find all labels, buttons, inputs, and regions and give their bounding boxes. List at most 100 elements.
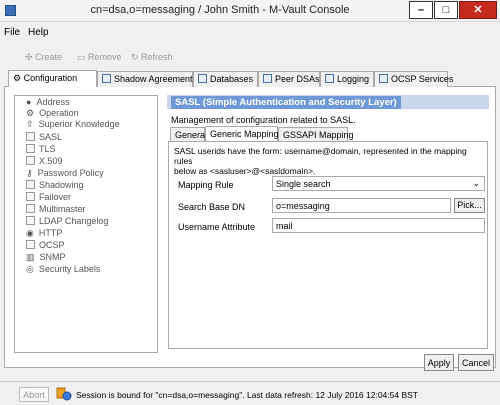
nav-item-label: Operation [39,108,79,118]
nav-item-failover[interactable]: Failover [26,192,71,202]
gear-icon: ⚙ [13,73,24,83]
nav-item-ldap-changelog[interactable]: LDAP Changelog [26,216,108,226]
monitor-icon [263,74,272,83]
abort-button[interactable]: Abort [19,387,49,402]
nav-item-tls[interactable]: TLS [26,144,56,154]
search-base-dn-input[interactable]: o=messaging [272,198,451,213]
remove-label: Remove [88,52,122,62]
tab-peer-dsas-label: Peer DSAs [275,74,320,84]
refresh-button[interactable]: ↻ Refresh [131,52,173,63]
mapping-rule-label: Mapping Rule [178,180,234,190]
menu-file[interactable]: File [4,27,20,38]
nav-item-address[interactable]: ● Address [26,97,69,107]
tab-shadow-agreements-label: Shadow Agreements [114,74,198,84]
nav-item-x509[interactable]: X.509 [26,156,63,166]
mapping-rule-select[interactable]: Single search ⌄ [272,176,485,191]
nav-item-operation[interactable]: ⚙ Operation [26,108,79,119]
up-arrow-icon: ⇧ [26,119,34,129]
nav-item-snmp[interactable]: ▥ SNMP [26,252,66,263]
info-text: SASL userids have the form: username@dom… [174,146,484,176]
plus-icon: ✣ [25,52,36,62]
create-button[interactable]: ✣ Create [25,52,62,63]
remove-button[interactable]: ▭ Remove [77,52,122,63]
tab-configuration[interactable]: ⚙ Configuration [8,70,97,87]
nav-item-label: Shadowing [39,180,84,190]
nav-item-ocsp[interactable]: OCSP [26,240,65,250]
nav-item-label: Password Policy [37,168,104,178]
tab-ocsp-services-label: OCSP Services [391,74,454,84]
pin-icon: ● [26,97,32,107]
tab-databases[interactable]: Databases [193,71,258,87]
document-icon [26,192,35,201]
nav-item-label: LDAP Changelog [39,216,109,226]
nav-item-shadowing[interactable]: Shadowing [26,180,84,190]
chevron-down-icon: ⌄ [472,178,480,188]
nav-item-http[interactable]: ◉ HTTP [26,228,62,239]
tab-logging-label: Logging [337,74,370,84]
log-icon [325,74,334,83]
certificate-icon [26,156,35,165]
label-icon: ◎ [26,264,34,274]
apply-button[interactable]: Apply [424,354,454,371]
nav-item-label: Address [36,97,70,107]
shield-icon [26,144,35,153]
menu-bar [0,22,500,38]
nav-item-sasl[interactable]: SASL [26,132,62,142]
nav-item-label: Superior Knowledge [38,119,120,129]
gear-icon: ⚙ [26,108,35,118]
bar-chart-icon: ▥ [26,252,35,262]
nav-item-label: Failover [39,192,72,202]
pick-button[interactable]: Pick... [454,198,485,213]
nav-item-label: SNMP [39,252,66,262]
refresh-icon: ↻ [131,52,142,62]
nav-item-label: TLS [39,144,56,154]
search-base-dn-label: Search Base DN [178,202,246,212]
document-icon [26,204,35,213]
globe-icon: ◉ [26,228,34,238]
info-line: below as <sasluser>@<sasldomain>. [174,166,316,176]
panel-title: SASL (Simple Authentication and Security… [171,96,401,109]
close-button[interactable]: ✕ [459,1,497,19]
tab-peer-dsas[interactable]: Peer DSAs [258,71,320,87]
info-line: SASL userids have the form: username@dom… [174,146,467,166]
document-icon [26,180,35,189]
database-icon [198,74,207,83]
minus-icon: ▭ [77,52,89,62]
nav-item-label: HTTP [38,228,63,238]
toolbar [0,44,500,66]
maximize-button[interactable]: □ [434,1,458,19]
username-attribute-input[interactable]: mail [272,218,485,233]
tab-ocsp-services[interactable]: OCSP Services [374,71,453,87]
session-icon [56,386,72,401]
ocsp-icon [26,240,35,249]
tab-configuration-label: Configuration [23,73,78,83]
ocsp-icon [379,74,388,83]
nav-item-label: X.509 [39,156,63,166]
refresh-label: Refresh [141,52,173,62]
subtab-gssapi-mapping[interactable]: GSSAPI Mapping [278,127,354,142]
tab-databases-label: Databases [210,74,254,84]
shadow-icon [102,74,111,83]
menu-help[interactable]: Help [28,27,49,38]
nav-item-multimaster[interactable]: Multimaster [26,204,86,214]
minimize-button[interactable]: – [409,1,433,19]
key-icon: ⚷ [26,168,33,178]
create-label: Create [35,52,63,62]
nav-item-security-labels[interactable]: ◎ Security Labels [26,264,100,275]
nav-item-superior-knowledge[interactable]: ⇧ Superior Knowledge [26,119,120,130]
tab-shadow-agreements[interactable]: Shadow Agreements [97,71,197,87]
cancel-button[interactable]: Cancel [458,354,494,371]
tab-logging[interactable]: Logging [320,71,374,87]
nav-item-label: Security Labels [38,264,101,274]
changelog-icon [26,216,35,225]
subtab-general[interactable]: General [170,127,207,142]
window-title: cn=dsa,o=messaging / John Smith - M-Vaul… [90,4,350,16]
nav-item-label: OCSP [39,240,65,250]
status-text: Session is bound for "cn=dsa,o=messaging… [76,390,418,400]
username-attribute-label: Username Attribute [178,222,256,232]
nav-item-label: SASL [39,132,63,142]
nav-item-password-policy[interactable]: ⚷ Password Policy [26,168,104,179]
subtab-generic-mapping[interactable]: Generic Mapping [205,126,279,142]
mapping-rule-value: Single search [276,179,331,189]
panel-description: Management of configuration related to S… [171,115,356,125]
